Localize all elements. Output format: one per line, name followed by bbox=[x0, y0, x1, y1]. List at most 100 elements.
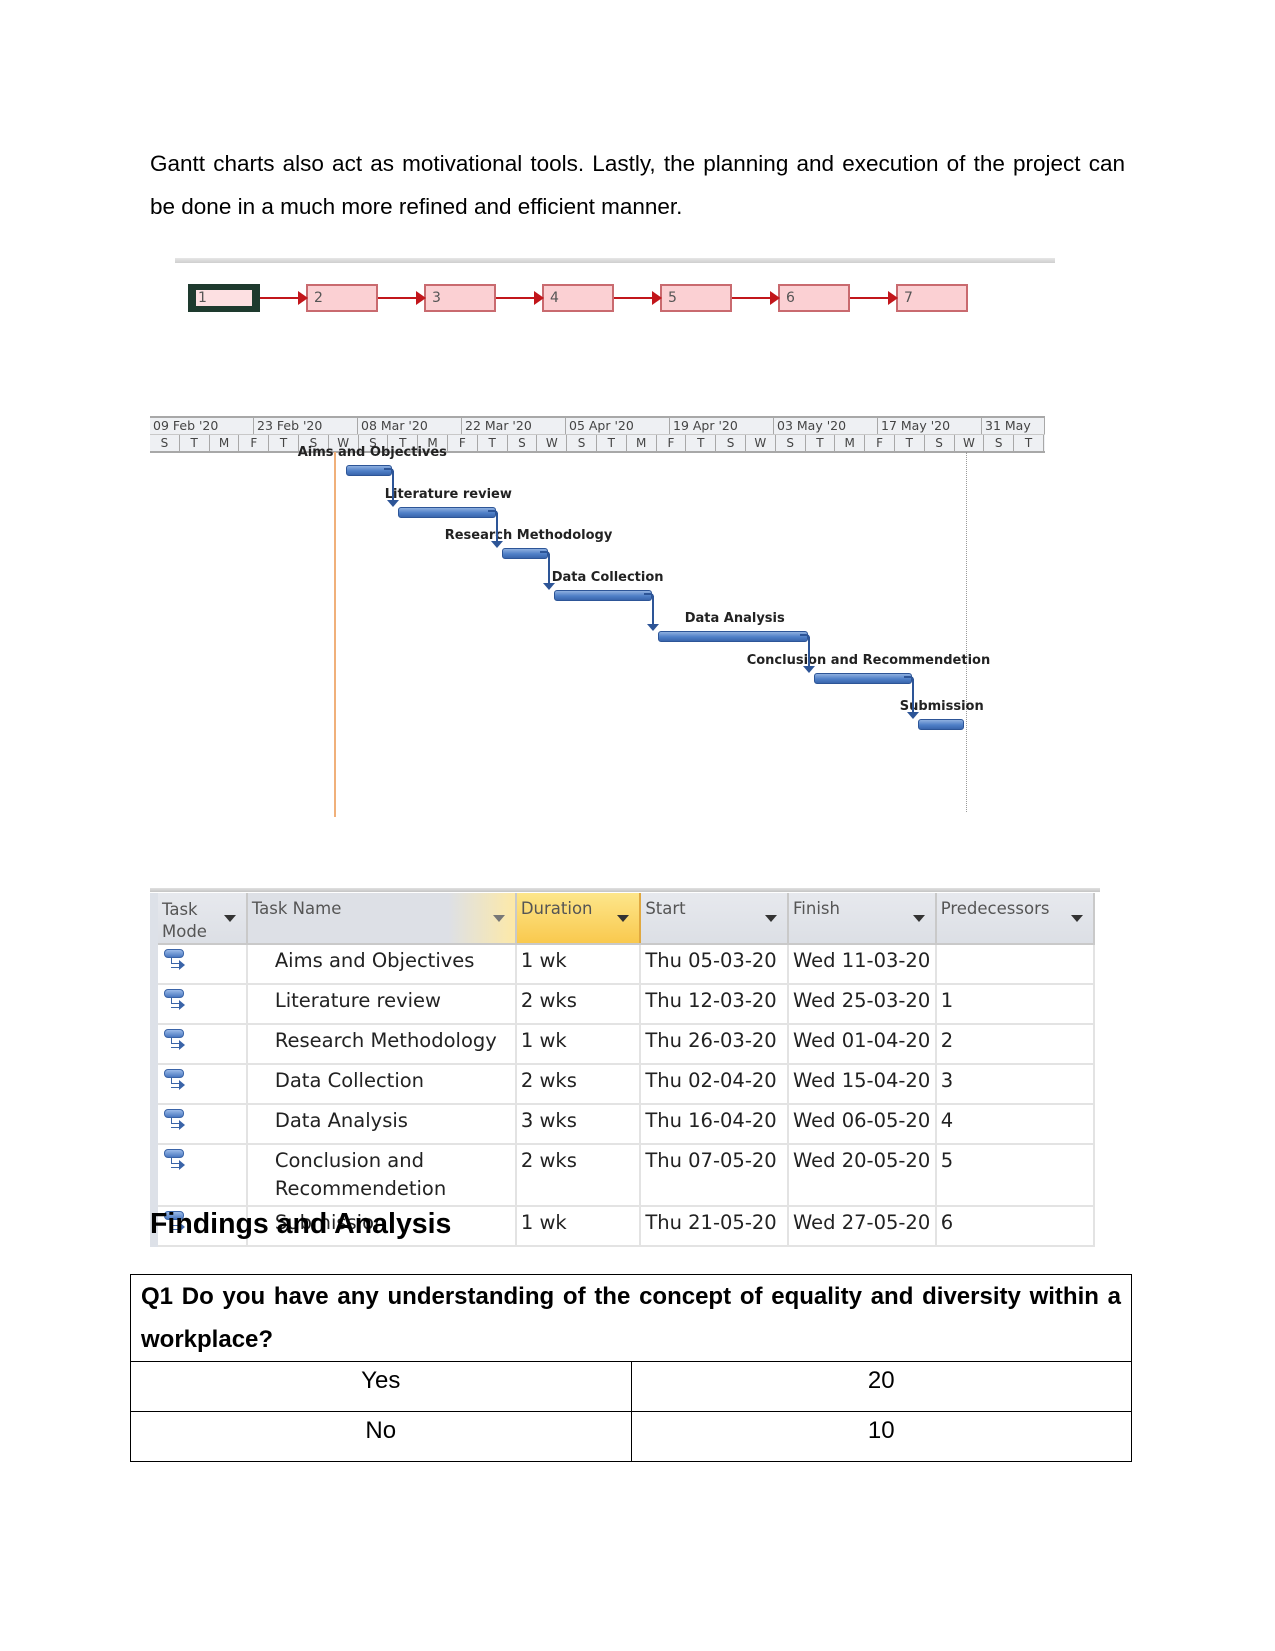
predecessors-cell[interactable]: 1 bbox=[935, 984, 1096, 1025]
network-node[interactable]: 3 bbox=[424, 284, 496, 312]
duration-cell[interactable]: 2 wks bbox=[515, 984, 642, 1025]
network-node[interactable]: 6 bbox=[778, 284, 850, 312]
duration-cell[interactable]: 2 wks bbox=[515, 1144, 642, 1207]
finish-cell[interactable]: Wed 20-05-20 bbox=[788, 1144, 937, 1207]
predecessors-cell[interactable]: 4 bbox=[935, 1104, 1096, 1145]
gantt-task-label: Research Methodology bbox=[444, 528, 613, 543]
timescale-minor-tier: STMFTSWSTMFTSWSTMFTSWSTMFTSWST bbox=[150, 434, 1045, 453]
task-mode-cell[interactable] bbox=[150, 1064, 248, 1105]
auto-scheduled-icon bbox=[164, 1109, 186, 1133]
column-header-task-name[interactable]: Task Name bbox=[246, 893, 517, 945]
finish-cell[interactable]: Wed 01-04-20 bbox=[788, 1024, 937, 1065]
finish-cell[interactable]: Wed 15-04-20 bbox=[788, 1064, 937, 1105]
answer-label: No bbox=[130, 1411, 632, 1462]
predecessors-cell[interactable]: 5 bbox=[935, 1144, 1096, 1207]
task-mode-cell[interactable] bbox=[150, 1024, 248, 1065]
dropdown-arrow-icon[interactable] bbox=[617, 915, 630, 922]
task-sheet-top-bar bbox=[150, 888, 1100, 892]
column-header-finish[interactable]: Finish bbox=[788, 893, 937, 945]
dropdown-arrow-icon[interactable] bbox=[223, 915, 236, 922]
predecessors-cell[interactable]: 2 bbox=[935, 1024, 1096, 1065]
column-header-duration[interactable]: Duration bbox=[515, 893, 642, 945]
network-node[interactable]: 2 bbox=[306, 284, 378, 312]
start-cell[interactable]: Thu 07-05-20 bbox=[640, 1144, 790, 1207]
timescale-minor-tick: W bbox=[746, 435, 776, 451]
gantt-task-bar[interactable] bbox=[813, 672, 912, 684]
start-cell[interactable]: Thu 05-03-20 bbox=[640, 944, 790, 985]
task-name-cell[interactable]: Literature review bbox=[246, 984, 517, 1025]
answer-label: Yes bbox=[130, 1361, 632, 1412]
network-node[interactable]: 1 bbox=[188, 284, 260, 312]
finish-cell[interactable]: Wed 25-03-20 bbox=[788, 984, 937, 1025]
duration-cell[interactable]: 1 wk bbox=[515, 944, 642, 985]
gantt-task-label: Data Collection bbox=[551, 569, 664, 585]
gantt-task-bar[interactable] bbox=[397, 506, 496, 518]
gantt-task-bar[interactable] bbox=[553, 589, 652, 601]
survey-question: Q1 Do you have any understanding of the … bbox=[130, 1274, 1132, 1362]
dropdown-arrow-icon[interactable] bbox=[492, 915, 505, 922]
duration-cell[interactable]: 1 wk bbox=[515, 1206, 642, 1247]
timescale-minor-tick: F bbox=[239, 435, 270, 451]
predecessors-cell[interactable]: 6 bbox=[935, 1206, 1096, 1247]
answer-count: 20 bbox=[630, 1361, 1132, 1412]
task-name-cell[interactable]: Data Analysis bbox=[246, 1104, 517, 1145]
column-header-predecessors[interactable]: Predecessors bbox=[935, 893, 1096, 945]
gantt-task-bar[interactable] bbox=[657, 631, 808, 642]
auto-scheduled-icon bbox=[164, 989, 186, 1013]
predecessors-cell[interactable]: 3 bbox=[935, 1064, 1096, 1105]
gantt-task-bar[interactable] bbox=[917, 719, 964, 730]
column-header-start[interactable]: Start bbox=[640, 893, 790, 945]
intro-paragraph: Gantt charts also act as motivational to… bbox=[150, 151, 1125, 219]
timescale-minor-tick: T bbox=[686, 435, 717, 451]
dropdown-arrow-icon[interactable] bbox=[1071, 915, 1083, 922]
task-name-cell[interactable]: Data Collection bbox=[246, 1064, 517, 1105]
start-cell[interactable]: Thu 02-04-20 bbox=[640, 1064, 790, 1105]
start-cell[interactable]: Thu 26-03-20 bbox=[640, 1024, 790, 1065]
dependency-arrow bbox=[542, 554, 555, 589]
current-date-line bbox=[334, 452, 336, 817]
task-mode-cell[interactable] bbox=[150, 944, 248, 985]
start-cell[interactable]: Thu 12-03-20 bbox=[640, 984, 790, 1025]
start-cell[interactable]: Thu 21-05-20 bbox=[640, 1206, 790, 1247]
task-row[interactable]: Literature review 2 wks Thu 12-03-20 Wed 25… bbox=[150, 984, 1096, 1025]
network-node[interactable]: 5 bbox=[660, 284, 732, 312]
timescale-major-tick: 22 Mar '20 bbox=[462, 418, 566, 434]
network-node[interactable]: 4 bbox=[542, 284, 614, 312]
timescale-minor-tick: T bbox=[1014, 435, 1044, 451]
task-row[interactable]: Data Collection 2 wks Thu 02-04-20 Wed 15-0… bbox=[150, 1064, 1096, 1105]
finish-cell[interactable]: Wed 11-03-20 bbox=[788, 944, 937, 985]
predecessors-cell[interactable] bbox=[935, 944, 1096, 985]
task-row[interactable]: Aims and Objectives 1 wk Thu 05-03-20 Wed 1… bbox=[150, 944, 1096, 985]
duration-cell[interactable]: 1 wk bbox=[515, 1024, 642, 1065]
dependency-arrow bbox=[378, 291, 426, 305]
task-name-cell[interactable]: Conclusion and Recommendetion bbox=[246, 1144, 517, 1207]
task-name-cell[interactable]: Research Methodology bbox=[246, 1024, 517, 1065]
task-mode-cell[interactable] bbox=[150, 1104, 248, 1145]
dependency-arrow bbox=[614, 291, 662, 305]
finish-cell[interactable]: Wed 06-05-20 bbox=[788, 1104, 937, 1145]
duration-cell[interactable]: 3 wks bbox=[515, 1104, 642, 1145]
gantt-task-label: Aims and Objectives bbox=[297, 445, 447, 460]
dropdown-arrow-icon[interactable] bbox=[765, 915, 778, 922]
dropdown-arrow-icon[interactable] bbox=[912, 915, 925, 922]
answer-count: 10 bbox=[630, 1411, 1132, 1462]
finish-cell[interactable]: Wed 27-05-20 bbox=[788, 1206, 937, 1247]
start-cell[interactable]: Thu 16-04-20 bbox=[640, 1104, 790, 1145]
column-header-task-mode[interactable]: Task Mode bbox=[150, 893, 248, 945]
task-row[interactable]: Conclusion and Recommendetion 2 wks Thu 07… bbox=[150, 1144, 1096, 1207]
task-mode-cell[interactable] bbox=[150, 984, 248, 1025]
gantt-timescale: 09 Feb '20 23 Feb '20 08 Mar '20 22 Mar '20… bbox=[150, 416, 1045, 453]
duration-cell[interactable]: 2 wks bbox=[515, 1064, 642, 1105]
task-row[interactable]: Data Analysis 3 wks Thu 16-04-20 Wed 06-05-… bbox=[150, 1104, 1096, 1145]
task-row[interactable]: Research Methodology 1 wk Thu 26-03-20 Wed … bbox=[150, 1024, 1096, 1065]
findings-heading: Findings and Analysis bbox=[150, 1208, 452, 1240]
gantt-task-label: Data Analysis bbox=[684, 611, 785, 626]
network-node[interactable]: 7 bbox=[896, 284, 968, 312]
timescale-minor-tick: T bbox=[269, 435, 299, 451]
timescale-minor-tick: T bbox=[180, 435, 210, 451]
timescale-minor-tick: T bbox=[895, 435, 925, 451]
task-name-cell[interactable]: Aims and Objectives bbox=[246, 944, 517, 985]
task-mode-cell[interactable] bbox=[150, 1144, 248, 1207]
timescale-minor-tick: F bbox=[657, 435, 687, 451]
gantt-task-label: Conclusion and Recommendetion bbox=[746, 652, 991, 668]
